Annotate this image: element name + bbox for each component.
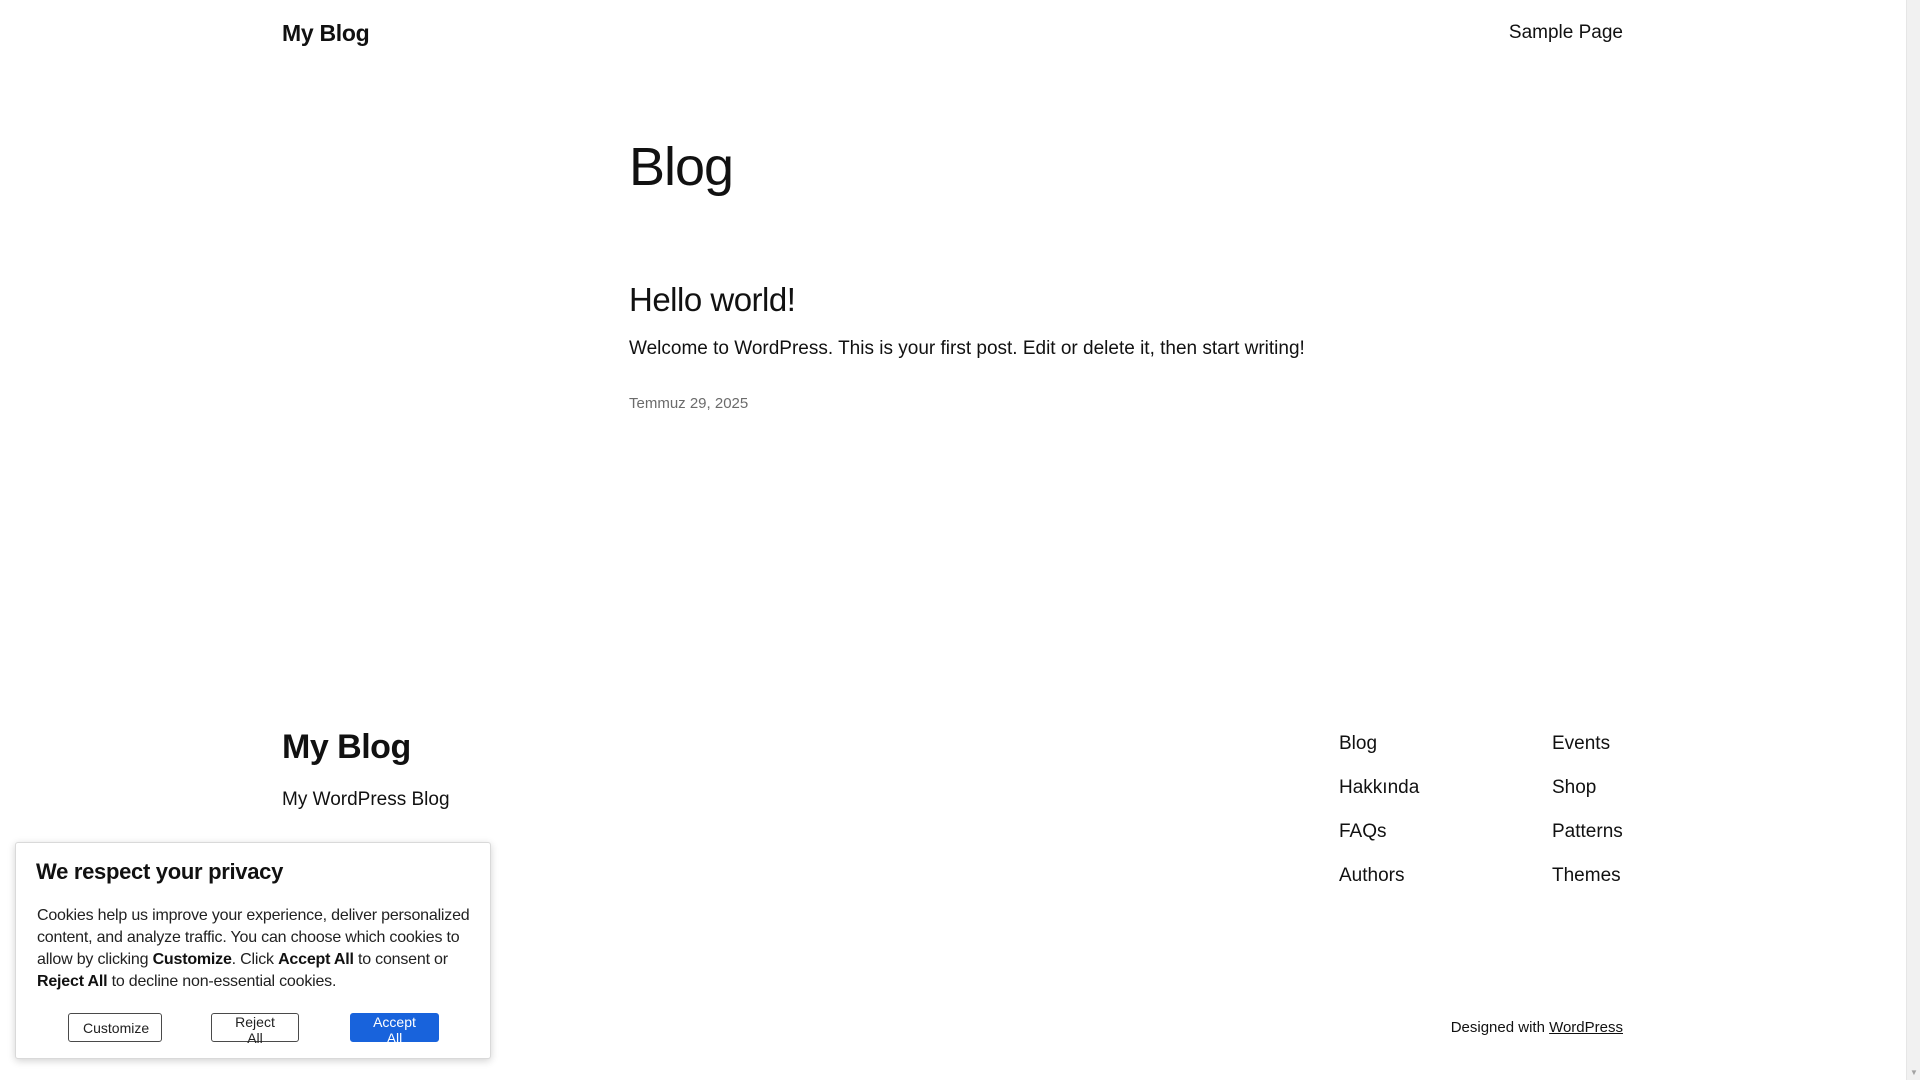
footer-link-events[interactable]: Events	[1552, 733, 1623, 777]
footer-link-shop[interactable]: Shop	[1552, 777, 1623, 821]
footer-nav-column-1: Blog Hakkında FAQs Authors	[1339, 733, 1419, 909]
cookie-text-customize: Customize	[152, 951, 232, 968]
footer-link-blog[interactable]: Blog	[1339, 733, 1419, 777]
footer-link-themes[interactable]: Themes	[1552, 865, 1623, 909]
site-title-link[interactable]: My Blog	[282, 20, 370, 47]
cookie-text-reject: Reject All	[37, 973, 108, 990]
scroll-down-arrow-icon[interactable]: ▼	[1909, 1068, 1919, 1078]
footer-tagline: My WordPress Blog	[282, 789, 450, 810]
footer-nav-column-2: Events Shop Patterns Themes	[1552, 733, 1623, 909]
cookie-text-part-4: to decline non-essential cookies.	[107, 973, 337, 990]
cookie-text-part-2: . Click	[231, 951, 279, 968]
footer-link-authors[interactable]: Authors	[1339, 865, 1419, 909]
page-title: Blog	[629, 137, 734, 197]
wordpress-link[interactable]: WordPress	[1549, 1019, 1623, 1036]
vertical-scrollbar[interactable]: ▼	[1906, 0, 1920, 1080]
nav-sample-page-link[interactable]: Sample Page	[1509, 22, 1623, 44]
cookie-text-accept: Accept All	[278, 951, 354, 968]
footer-site-title[interactable]: My Blog	[282, 727, 411, 768]
post-date[interactable]: Temmuz 29, 2025	[629, 395, 748, 412]
footer-link-hakkinda[interactable]: Hakkında	[1339, 777, 1419, 821]
cookie-customize-button[interactable]: Customize	[68, 1013, 162, 1042]
footer-link-faqs[interactable]: FAQs	[1339, 821, 1419, 865]
cookie-consent-banner: We respect your privacy Cookies help us …	[15, 842, 491, 1059]
cookie-banner-description: Cookies help us improve your experience,…	[37, 905, 477, 993]
cookie-banner-title: We respect your privacy	[36, 859, 284, 884]
designed-with-prefix: Designed with	[1450, 1019, 1550, 1036]
footer-link-patterns[interactable]: Patterns	[1552, 821, 1623, 865]
cookie-accept-all-button[interactable]: Accept All	[350, 1013, 439, 1046]
cookie-reject-all-button[interactable]: Reject All	[211, 1013, 299, 1046]
post-title-link[interactable]: Hello world!	[629, 280, 796, 320]
page: My Blog Sample Page Blog Hello world! We…	[0, 0, 1920, 1080]
post-excerpt: Welcome to WordPress. This is your first…	[629, 338, 1305, 359]
cookie-text-part-3: to consent or	[353, 951, 448, 968]
designed-with-credit: Designed with WordPress	[1451, 1019, 1623, 1036]
